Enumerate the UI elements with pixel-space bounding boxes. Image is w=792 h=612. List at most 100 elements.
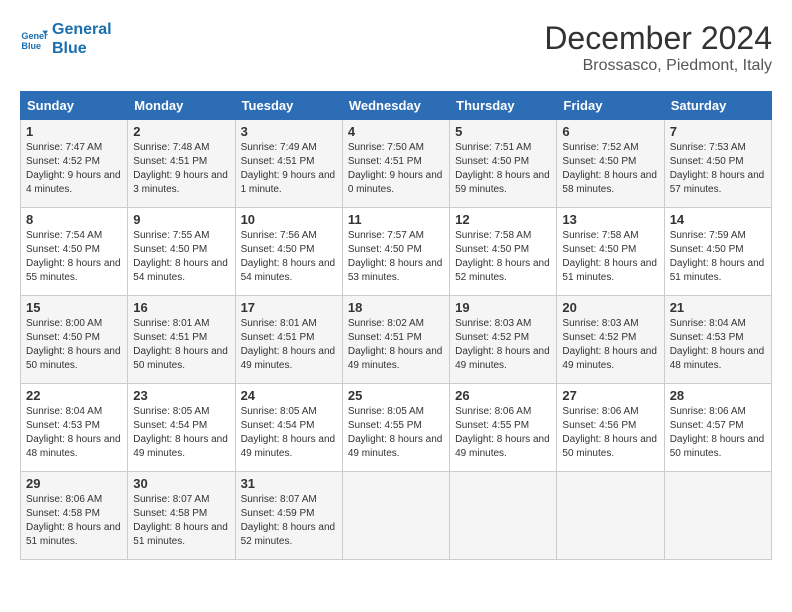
day-info: Sunrise: 8:06 AMSunset: 4:55 PMDaylight:… [455, 405, 551, 461]
day-info: Sunrise: 8:03 AMSunset: 4:52 PMDaylight:… [562, 317, 658, 373]
day-info: Sunrise: 8:05 AMSunset: 4:55 PMDaylight:… [348, 405, 444, 461]
day-info: Sunrise: 7:47 AMSunset: 4:52 PMDaylight:… [26, 141, 122, 197]
day-number: 29 [26, 476, 122, 491]
calendar-cell: 27 Sunrise: 8:06 AMSunset: 4:56 PMDaylig… [557, 384, 664, 472]
day-info: Sunrise: 8:02 AMSunset: 4:51 PMDaylight:… [348, 317, 444, 373]
day-header-monday: Monday [128, 92, 235, 120]
calendar-cell: 24 Sunrise: 8:05 AMSunset: 4:54 PMDaylig… [235, 384, 342, 472]
day-number: 18 [348, 300, 444, 315]
day-info: Sunrise: 7:56 AMSunset: 4:50 PMDaylight:… [241, 229, 337, 285]
calendar-cell: 30 Sunrise: 8:07 AMSunset: 4:58 PMDaylig… [128, 472, 235, 560]
day-number: 15 [26, 300, 122, 315]
calendar-cell: 10 Sunrise: 7:56 AMSunset: 4:50 PMDaylig… [235, 208, 342, 296]
day-info: Sunrise: 7:50 AMSunset: 4:51 PMDaylight:… [348, 141, 444, 197]
day-number: 10 [241, 212, 337, 227]
calendar-cell: 11 Sunrise: 7:57 AMSunset: 4:50 PMDaylig… [342, 208, 449, 296]
calendar-cell: 26 Sunrise: 8:06 AMSunset: 4:55 PMDaylig… [450, 384, 557, 472]
day-header-thursday: Thursday [450, 92, 557, 120]
calendar-cell: 8 Sunrise: 7:54 AMSunset: 4:50 PMDayligh… [21, 208, 128, 296]
day-info: Sunrise: 8:01 AMSunset: 4:51 PMDaylight:… [241, 317, 337, 373]
day-number: 26 [455, 388, 551, 403]
day-info: Sunrise: 7:55 AMSunset: 4:50 PMDaylight:… [133, 229, 229, 285]
day-number: 21 [670, 300, 766, 315]
day-number: 14 [670, 212, 766, 227]
calendar-cell: 12 Sunrise: 7:58 AMSunset: 4:50 PMDaylig… [450, 208, 557, 296]
day-number: 22 [26, 388, 122, 403]
day-info: Sunrise: 8:04 AMSunset: 4:53 PMDaylight:… [670, 317, 766, 373]
location: Brossasco, Piedmont, Italy [544, 57, 772, 75]
calendar-cell: 16 Sunrise: 8:01 AMSunset: 4:51 PMDaylig… [128, 296, 235, 384]
calendar-cell: 15 Sunrise: 8:00 AMSunset: 4:50 PMDaylig… [21, 296, 128, 384]
day-number: 17 [241, 300, 337, 315]
day-number: 31 [241, 476, 337, 491]
day-info: Sunrise: 7:58 AMSunset: 4:50 PMDaylight:… [562, 229, 658, 285]
day-info: Sunrise: 8:01 AMSunset: 4:51 PMDaylight:… [133, 317, 229, 373]
day-number: 7 [670, 124, 766, 139]
day-info: Sunrise: 8:03 AMSunset: 4:52 PMDaylight:… [455, 317, 551, 373]
day-number: 20 [562, 300, 658, 315]
day-number: 6 [562, 124, 658, 139]
calendar-cell: 21 Sunrise: 8:04 AMSunset: 4:53 PMDaylig… [664, 296, 771, 384]
day-info: Sunrise: 7:54 AMSunset: 4:50 PMDaylight:… [26, 229, 122, 285]
calendar-cell: 22 Sunrise: 8:04 AMSunset: 4:53 PMDaylig… [21, 384, 128, 472]
day-number: 11 [348, 212, 444, 227]
day-info: Sunrise: 8:06 AMSunset: 4:57 PMDaylight:… [670, 405, 766, 461]
calendar-cell [557, 472, 664, 560]
calendar-body: 1 Sunrise: 7:47 AMSunset: 4:52 PMDayligh… [21, 120, 772, 560]
calendar-cell: 3 Sunrise: 7:49 AMSunset: 4:51 PMDayligh… [235, 120, 342, 208]
calendar-cell: 28 Sunrise: 8:06 AMSunset: 4:57 PMDaylig… [664, 384, 771, 472]
day-info: Sunrise: 7:59 AMSunset: 4:50 PMDaylight:… [670, 229, 766, 285]
calendar-cell [342, 472, 449, 560]
calendar-cell: 20 Sunrise: 8:03 AMSunset: 4:52 PMDaylig… [557, 296, 664, 384]
day-header-tuesday: Tuesday [235, 92, 342, 120]
logo-icon: General Blue [20, 25, 48, 53]
day-number: 8 [26, 212, 122, 227]
calendar-cell: 6 Sunrise: 7:52 AMSunset: 4:50 PMDayligh… [557, 120, 664, 208]
day-number: 9 [133, 212, 229, 227]
calendar-cell: 2 Sunrise: 7:48 AMSunset: 4:51 PMDayligh… [128, 120, 235, 208]
day-number: 30 [133, 476, 229, 491]
day-number: 13 [562, 212, 658, 227]
day-number: 5 [455, 124, 551, 139]
day-header-friday: Friday [557, 92, 664, 120]
calendar-cell: 18 Sunrise: 8:02 AMSunset: 4:51 PMDaylig… [342, 296, 449, 384]
calendar-cell: 31 Sunrise: 8:07 AMSunset: 4:59 PMDaylig… [235, 472, 342, 560]
calendar-cell [664, 472, 771, 560]
day-number: 19 [455, 300, 551, 315]
day-number: 1 [26, 124, 122, 139]
day-info: Sunrise: 7:51 AMSunset: 4:50 PMDaylight:… [455, 141, 551, 197]
logo-line2: Blue [52, 39, 112, 58]
day-info: Sunrise: 8:00 AMSunset: 4:50 PMDaylight:… [26, 317, 122, 373]
day-number: 4 [348, 124, 444, 139]
day-number: 24 [241, 388, 337, 403]
day-number: 2 [133, 124, 229, 139]
day-info: Sunrise: 8:05 AMSunset: 4:54 PMDaylight:… [133, 405, 229, 461]
calendar-table: SundayMondayTuesdayWednesdayThursdayFrid… [20, 91, 772, 560]
day-number: 25 [348, 388, 444, 403]
day-info: Sunrise: 8:07 AMSunset: 4:58 PMDaylight:… [133, 493, 229, 549]
title-block: December 2024 Brossasco, Piedmont, Italy [544, 20, 772, 75]
day-info: Sunrise: 7:48 AMSunset: 4:51 PMDaylight:… [133, 141, 229, 197]
day-number: 23 [133, 388, 229, 403]
day-number: 28 [670, 388, 766, 403]
page-header: General Blue General Blue December 2024 … [20, 20, 772, 75]
calendar-cell: 17 Sunrise: 8:01 AMSunset: 4:51 PMDaylig… [235, 296, 342, 384]
logo: General Blue General Blue [20, 20, 112, 58]
calendar-cell: 23 Sunrise: 8:05 AMSunset: 4:54 PMDaylig… [128, 384, 235, 472]
day-info: Sunrise: 7:58 AMSunset: 4:50 PMDaylight:… [455, 229, 551, 285]
calendar-week-row: 15 Sunrise: 8:00 AMSunset: 4:50 PMDaylig… [21, 296, 772, 384]
day-number: 27 [562, 388, 658, 403]
day-info: Sunrise: 7:57 AMSunset: 4:50 PMDaylight:… [348, 229, 444, 285]
calendar-cell: 14 Sunrise: 7:59 AMSunset: 4:50 PMDaylig… [664, 208, 771, 296]
calendar-cell: 4 Sunrise: 7:50 AMSunset: 4:51 PMDayligh… [342, 120, 449, 208]
day-info: Sunrise: 7:52 AMSunset: 4:50 PMDaylight:… [562, 141, 658, 197]
day-number: 3 [241, 124, 337, 139]
calendar-week-row: 1 Sunrise: 7:47 AMSunset: 4:52 PMDayligh… [21, 120, 772, 208]
calendar-week-row: 22 Sunrise: 8:04 AMSunset: 4:53 PMDaylig… [21, 384, 772, 472]
day-info: Sunrise: 7:53 AMSunset: 4:50 PMDaylight:… [670, 141, 766, 197]
logo-line1: General [52, 20, 112, 39]
calendar-cell: 5 Sunrise: 7:51 AMSunset: 4:50 PMDayligh… [450, 120, 557, 208]
calendar-cell: 25 Sunrise: 8:05 AMSunset: 4:55 PMDaylig… [342, 384, 449, 472]
calendar-cell: 9 Sunrise: 7:55 AMSunset: 4:50 PMDayligh… [128, 208, 235, 296]
day-header-wednesday: Wednesday [342, 92, 449, 120]
